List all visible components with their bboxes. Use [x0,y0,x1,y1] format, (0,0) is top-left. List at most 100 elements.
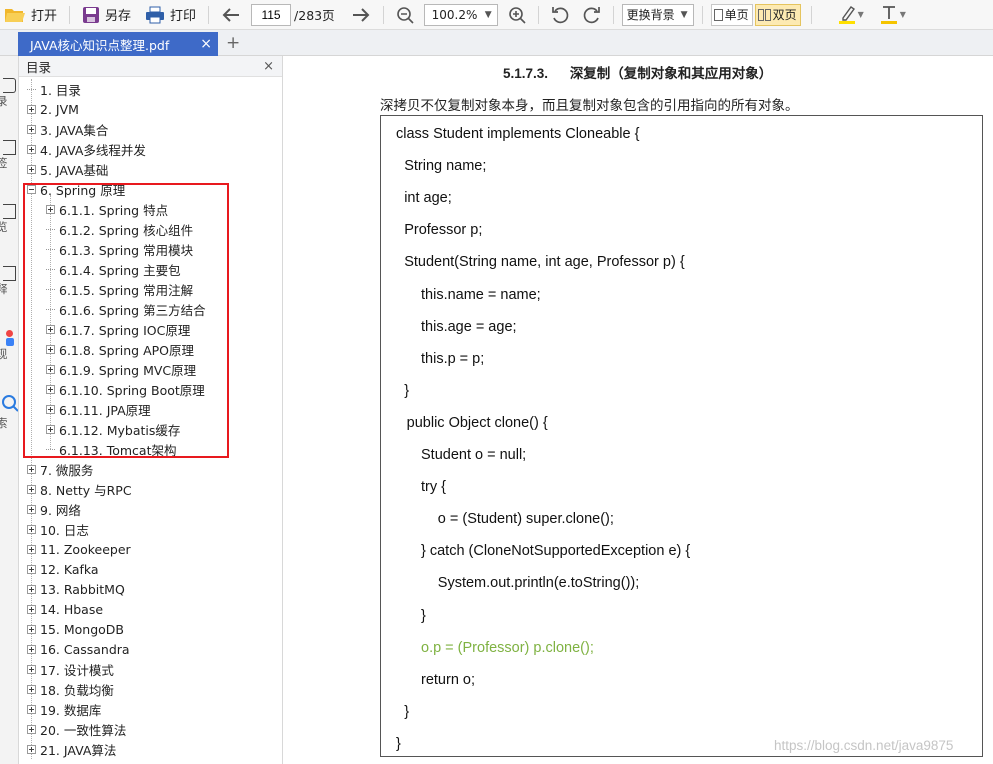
page-number-input[interactable] [251,3,292,26]
toc-item[interactable]: 9. 网络 [27,499,81,519]
sidebar-item-search[interactable]: 索 [0,394,18,431]
double-page-button[interactable]: 双页 [754,3,801,26]
sidebar-item-label: 览 [0,219,18,235]
toc-item[interactable]: 13. RabbitMQ [27,579,125,599]
expand-icon[interactable] [27,544,36,554]
text-color-icon [880,5,898,25]
tree-connector [27,81,36,90]
rotate-right-button[interactable] [579,0,605,30]
expand-icon[interactable] [27,664,36,674]
expand-icon[interactable] [27,484,36,494]
folder-open-icon [4,6,26,24]
code-line: try { [421,479,446,496]
expand-icon[interactable] [27,704,36,714]
zoom-out-button[interactable] [392,0,418,30]
expand-icon[interactable] [27,744,36,754]
toc-item[interactable]: 7. 微服务 [27,459,93,479]
background-select[interactable]: 更换背景 ▼ [621,3,694,26]
toc-item-label: 3. JAVA集合 [40,122,109,138]
toc-item-label: 5. JAVA基础 [40,162,109,178]
text-color-button[interactable]: ▼ [876,0,910,30]
toc-item[interactable]: 2. JVM [27,99,79,119]
code-line: this.age = age; [421,318,517,335]
save-as-button[interactable]: 另存 [78,0,135,30]
code-line: } [404,703,410,720]
open-button[interactable]: 打开 [0,0,61,30]
expand-icon[interactable] [27,504,36,514]
toc-item[interactable]: 4. JAVA多线程并发 [27,139,146,159]
zoom-select[interactable]: 100.2% ▼ [423,3,498,26]
expand-icon[interactable] [27,724,36,734]
zoom-in-icon [508,6,526,24]
toc-item[interactable]: 20. 一致性算法 [27,719,126,739]
rotate-right-icon [583,6,601,24]
code-line: Student(String name, int age, Professor … [404,254,685,271]
sidebar-item-thumbnails[interactable]: 览 [0,204,18,235]
toc-item[interactable]: 12. Kafka [27,559,99,579]
toc-item-label: 19. 数据库 [40,702,102,718]
highlight-button[interactable]: ▼ [834,0,868,30]
toc-item[interactable]: 18. 负载均衡 [27,679,114,699]
toc-item[interactable]: 14. Hbase [27,599,103,619]
expand-icon[interactable] [27,684,36,694]
sidebar-item-apps[interactable]: 现 [0,330,18,362]
sidebar-item-annotations[interactable]: 释 [0,266,18,297]
toc-item[interactable]: 5. JAVA基础 [27,159,108,179]
chevron-down-icon: ▼ [680,9,688,20]
highlighter-icon [838,5,856,25]
code-line: o.p = (Professor) p.clone(); [421,639,594,656]
sidebar-item-label: 现 [0,346,18,362]
toolbar-divider [537,5,539,24]
zoom-in-button[interactable] [504,0,530,30]
chevron-down-icon: ▼ [484,9,492,20]
expand-icon[interactable] [27,584,36,594]
toolbar-divider [701,5,703,24]
single-page-button[interactable]: 单页 [710,3,753,26]
save-as-label: 另存 [105,9,132,24]
close-panel-icon[interactable]: × [263,59,274,74]
print-button[interactable]: 打印 [141,0,200,30]
tab-document[interactable]: JAVA核心知识点整理.pdf × [18,32,218,56]
toc-item[interactable]: 15. MongoDB [27,619,124,639]
toc-item[interactable]: 16. Cassandra [27,639,130,659]
previous-page-button[interactable] [217,0,245,30]
sidebar-item-toc[interactable]: 录 [0,78,18,109]
expand-icon[interactable] [27,164,36,174]
toc-item[interactable]: 17. 设计模式 [27,659,114,679]
expand-icon[interactable] [27,144,36,154]
toc-item[interactable]: 8. Netty 与RPC [27,479,132,499]
code-line: class Student implements Cloneable { [396,126,640,142]
document-view: 5.1.7.3. 深复制（复制对象和其应用对象） 深拷贝不仅复制对象本身，而且复… [284,56,993,764]
expand-icon[interactable] [27,604,36,614]
rotate-left-icon [551,6,569,24]
next-page-button[interactable] [347,0,375,30]
expand-icon[interactable] [27,564,36,574]
sidebar-item-label: 索 [0,415,18,431]
code-line: o = (Student) super.clone(); [437,511,614,528]
toc-item[interactable]: 19. 数据库 [27,699,101,719]
toc-item[interactable]: 3. JAVA集合 [27,119,108,139]
expand-icon[interactable] [27,524,36,534]
rotate-left-button[interactable] [547,0,573,30]
expand-icon[interactable] [27,644,36,654]
code-line: return o; [421,671,475,688]
expand-icon[interactable] [27,124,36,134]
code-line: String name; [404,158,487,175]
expand-icon[interactable] [27,624,36,634]
code-line: System.out.println(e.toString()); [437,575,640,592]
expand-icon[interactable] [27,104,36,114]
toc-item[interactable]: 11. Zookeeper [27,539,131,559]
toc-item-label: 9. 网络 [40,502,81,518]
sidebar-item-label: 签 [0,155,18,171]
toc-item[interactable]: 1. 目录 [27,79,81,99]
toc-item[interactable]: 10. 日志 [27,519,89,539]
code-line: Professor p; [404,222,483,239]
toc-item-label: 21. JAVA算法 [40,742,117,758]
add-tab-icon[interactable]: + [226,33,240,53]
sidebar-item-bookmarks[interactable]: 签 [0,140,18,171]
toc-item[interactable]: 21. JAVA算法 [27,739,116,759]
side-icon-bar: 录 签 览 释 现 索 [0,56,19,764]
toc-panel-header: 目录 × [19,56,282,77]
expand-icon[interactable] [27,464,36,474]
close-tab-icon[interactable]: × [200,36,212,52]
